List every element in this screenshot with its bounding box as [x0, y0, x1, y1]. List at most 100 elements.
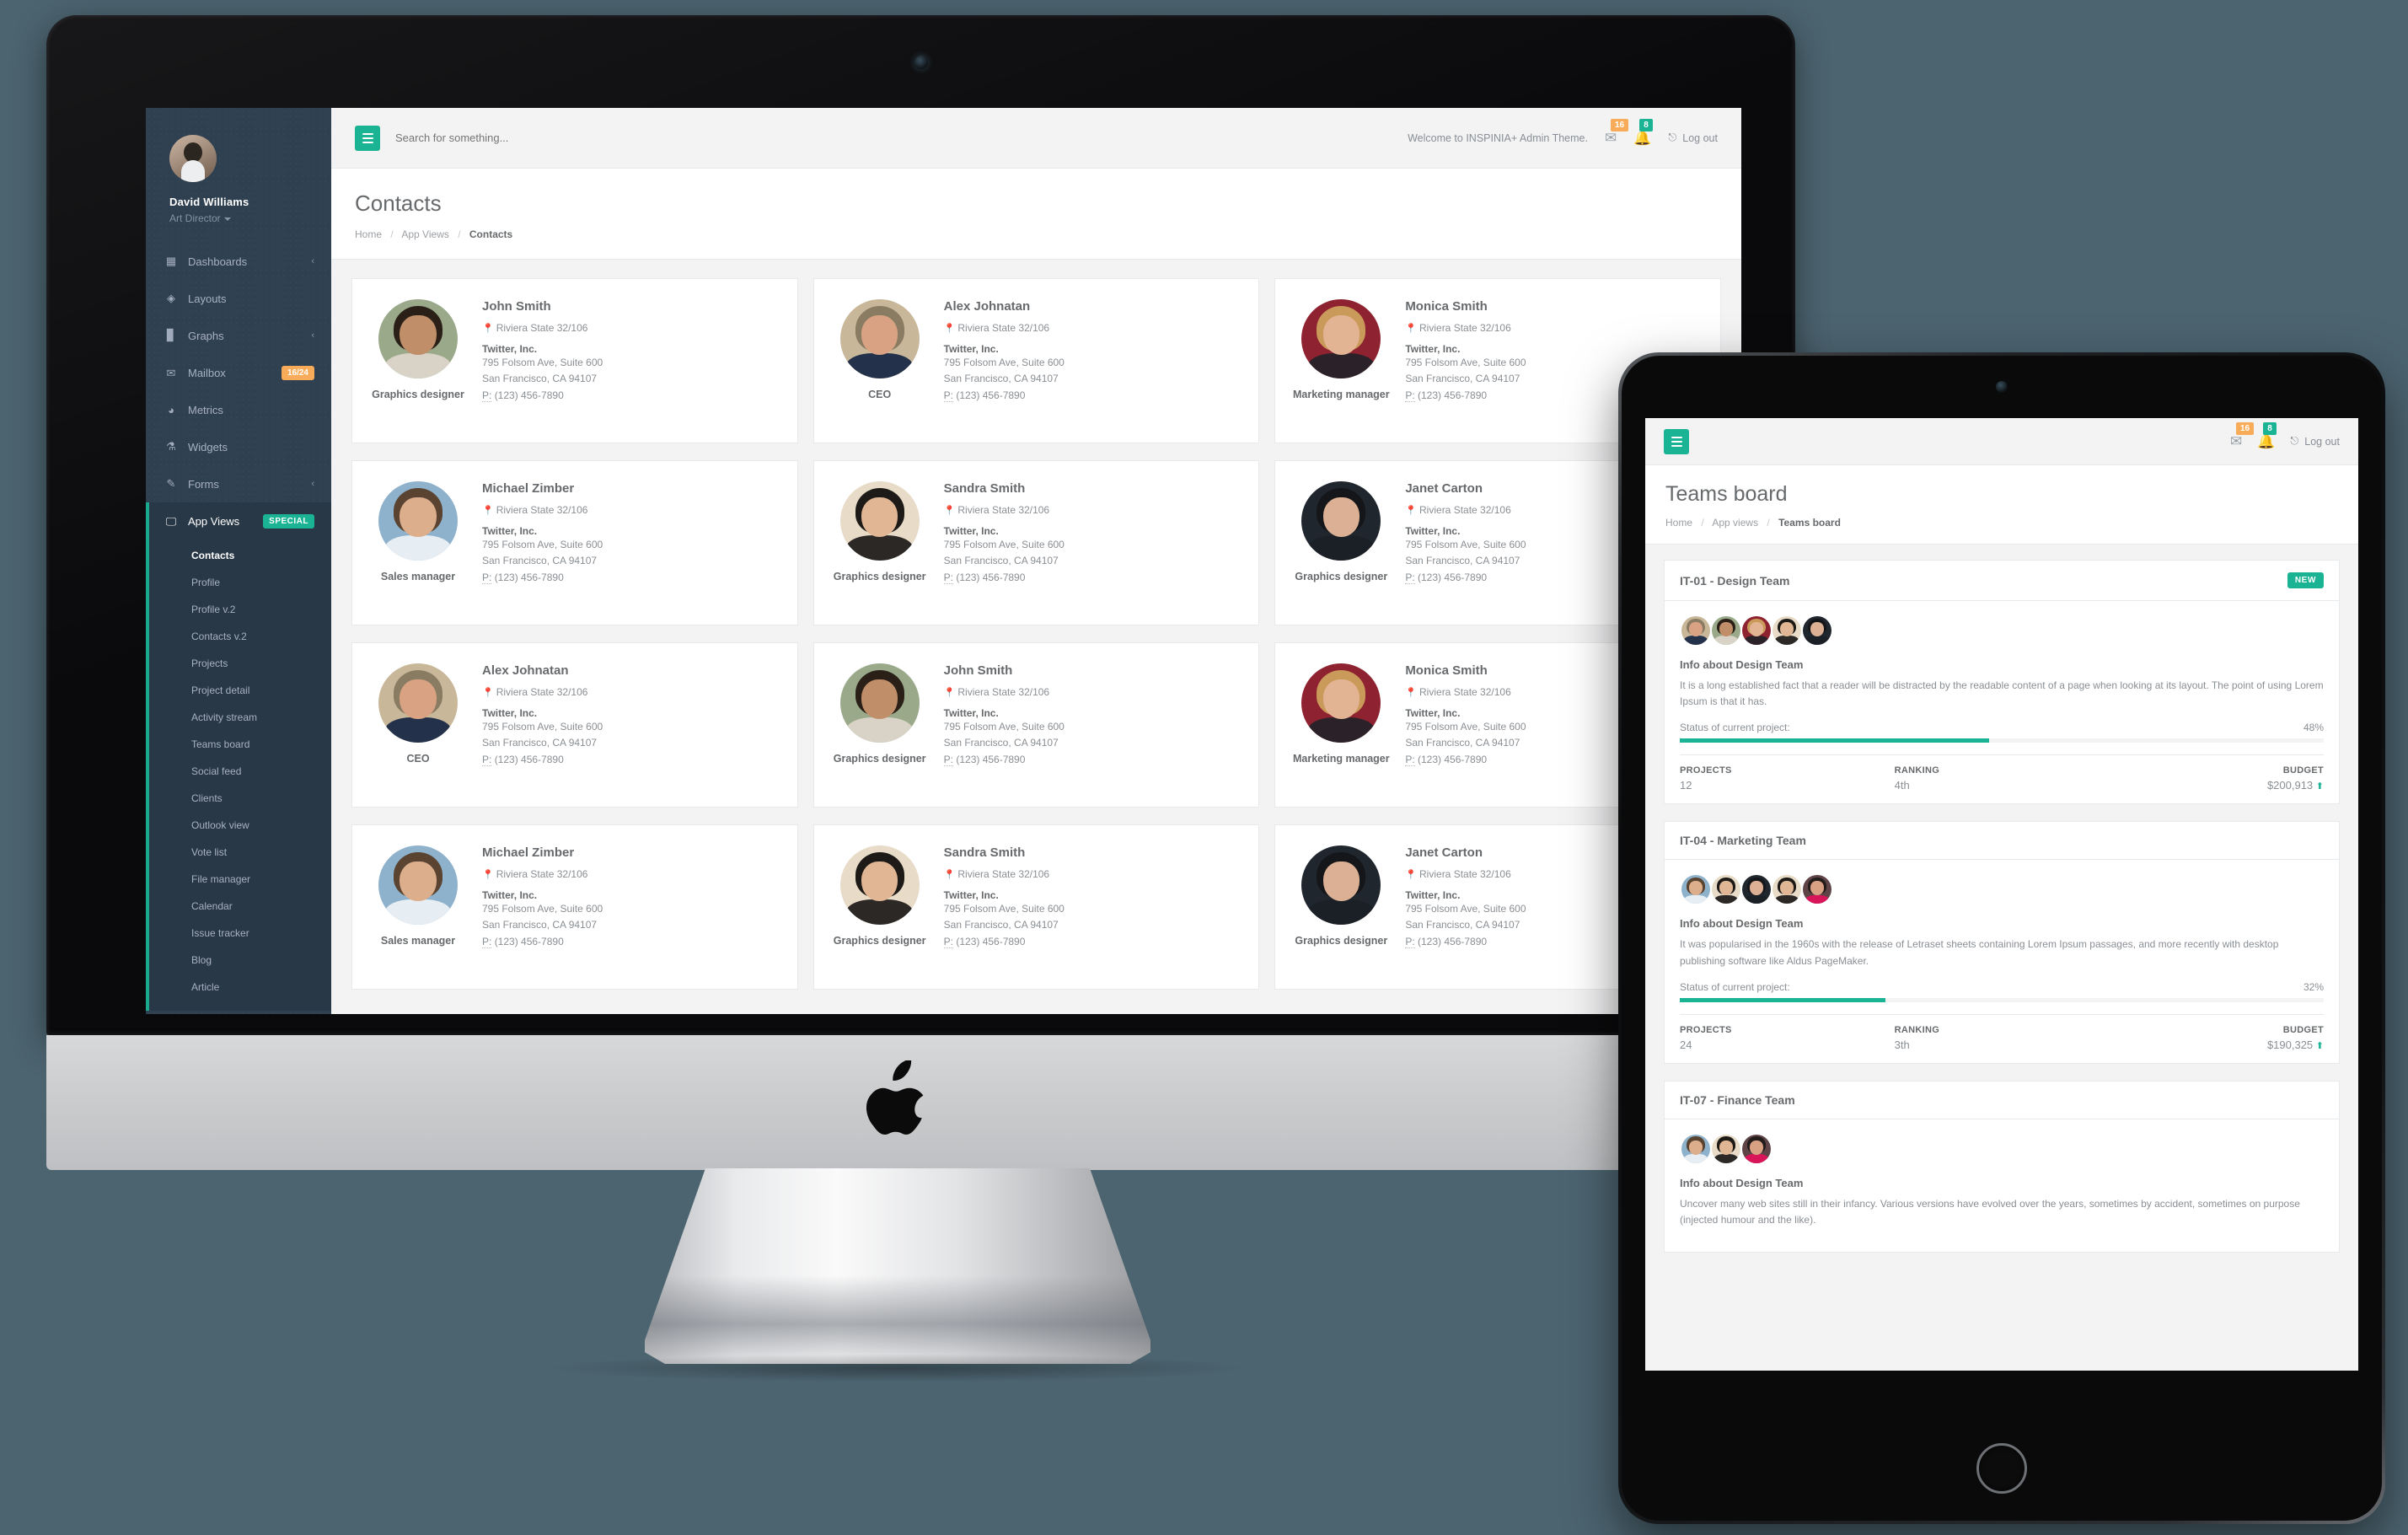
sidebar-item-calendar[interactable]: Calendar [149, 893, 331, 920]
contact-card-left: Graphics designer [829, 662, 930, 792]
team-member-avatar[interactable] [1771, 615, 1803, 647]
portrait-body [1307, 352, 1375, 378]
sidebar-item-graphs[interactable]: ▊ Graphs ‹ [146, 317, 331, 354]
team-member-avatar[interactable] [1680, 873, 1712, 906]
team-member-avatar[interactable] [1710, 1132, 1742, 1165]
breadcrumb-home[interactable]: Home [1665, 517, 1692, 529]
imac-shadow [544, 1354, 1252, 1382]
team-card[interactable]: IT-01 - Design Team NEW Info about Design … [1664, 560, 2340, 805]
team-member-avatar[interactable] [1710, 873, 1742, 906]
contact-card[interactable]: CEO Alex Johnatan 📍 Riviera State 32/106 Twi… [806, 278, 1268, 460]
sidebar-item-contacts-v2[interactable]: Contacts v.2 [149, 623, 331, 650]
sidebar-item-forms[interactable]: ✎ Forms ‹ [146, 465, 331, 502]
team-member-avatar[interactable] [1680, 615, 1712, 647]
bell-icon[interactable]: 🔔 8 [2257, 421, 2277, 450]
logout-label: Log out [1682, 131, 1718, 144]
stat-value: 3th [1894, 1038, 1910, 1051]
sidebar-item-mailbox[interactable]: ✉ Mailbox 16/24 [146, 354, 331, 392]
contact-card-left: Marketing manager [1290, 298, 1392, 427]
portrait-face [1750, 621, 1763, 636]
envelope-icon[interactable]: ✉ 16 [2230, 421, 2255, 450]
welcome-text: Welcome to INSPINIA+ Admin Theme. [1408, 131, 1588, 144]
team-subtitle: Info about Design Team [1680, 1176, 1804, 1189]
breadcrumb-home[interactable]: Home [355, 228, 382, 240]
breadcrumb-app-views[interactable]: App views [1712, 517, 1758, 529]
team-member-avatar[interactable] [1740, 1132, 1772, 1165]
menu-toggle-button[interactable] [1664, 428, 1689, 454]
sidebar-item-activity-stream[interactable]: Activity stream [149, 704, 331, 731]
contact-card[interactable]: Graphics designer John Smith 📍 Riviera Stat… [806, 642, 1268, 824]
contact-card[interactable]: CEO Alex Johnatan 📍 Riviera State 32/106 Twi… [344, 642, 806, 824]
contact-company: Twitter, Inc. [482, 889, 538, 901]
sidebar-item-teams-board[interactable]: Teams board [149, 731, 331, 758]
logout-icon: ⎋ [2290, 435, 2299, 447]
team-member-avatar[interactable] [1740, 873, 1772, 906]
sidebar-item-issue-tracker[interactable]: Issue tracker [149, 920, 331, 947]
sidebar-item-profile-v2[interactable]: Profile v.2 [149, 596, 331, 623]
profile-name: David Williams [169, 196, 249, 208]
bell-icon[interactable]: 🔔 8 [1633, 118, 1653, 147]
contact-card[interactable]: Graphics designer John Smith 📍 Riviera Stat… [344, 278, 806, 460]
team-card-body: Info about Design Team It is a long estab… [1665, 601, 2339, 803]
flask-icon: ⚗ [166, 440, 176, 453]
sidebar-item-profile[interactable]: Profile [149, 569, 331, 596]
sidebar-item-metrics[interactable]: ◕ Metrics [146, 392, 331, 428]
contact-phone-number: (123) 456-7890 [956, 571, 1026, 583]
stat-value: 4th [1894, 779, 1910, 792]
sidebar-item-article[interactable]: Article [149, 974, 331, 1001]
team-member-avatar[interactable] [1801, 873, 1833, 906]
envelope-icon[interactable]: ✉ 16 [1605, 118, 1629, 147]
team-member-avatar[interactable] [1740, 615, 1772, 647]
team-card[interactable]: IT-07 - Finance Team Info about Design Te… [1664, 1080, 2340, 1253]
contact-address-text: Riviera State 32/106 [496, 504, 588, 516]
sidebar-item-widgets[interactable]: ⚗ Widgets [146, 428, 331, 465]
breadcrumb-app-views[interactable]: App Views [401, 228, 448, 240]
sidebar-item-social-feed[interactable]: Social feed [149, 758, 331, 785]
contact-phone: P: (123) 456-7890 [482, 934, 782, 950]
sidebar-item-vote-list[interactable]: Vote list [149, 839, 331, 866]
contact-address-text: Riviera State 32/106 [1419, 686, 1511, 698]
sidebar-item-blog[interactable]: Blog [149, 947, 331, 974]
portrait-face [861, 496, 898, 537]
portrait-body [1307, 899, 1375, 925]
contact-card[interactable]: Sales manager Michael Zimber 📍 Riviera Stat… [344, 460, 806, 642]
contacts-grid: Graphics designer John Smith 📍 Riviera Stat… [344, 278, 1729, 1006]
sidebar-item-app-views[interactable]: 🖵 App Views SPECIAL [146, 502, 331, 540]
menu-toggle-button[interactable] [355, 125, 380, 151]
contact-phone: P: (123) 456-7890 [943, 752, 1244, 768]
sidebar-item-projects[interactable]: Projects [149, 650, 331, 677]
contact-card[interactable]: Graphics designer Sandra Smith 📍 Riviera St… [806, 824, 1268, 1006]
team-member-avatar[interactable] [1710, 615, 1742, 647]
sidebar-item-project-detail[interactable]: Project detail [149, 677, 331, 704]
team-member-avatar[interactable] [1801, 615, 1833, 647]
chevron-down-icon [223, 217, 231, 221]
sidebar-item-contacts[interactable]: Contacts [149, 542, 331, 569]
contact-card[interactable]: Sales manager Michael Zimber 📍 Riviera Stat… [344, 824, 806, 1006]
sidebar-item-file-manager[interactable]: File manager [149, 866, 331, 893]
sidebar-item-outlook-view[interactable]: Outlook view [149, 812, 331, 839]
map-pin-icon: 📍 [943, 324, 956, 334]
team-member-avatar[interactable] [1680, 1132, 1712, 1165]
contact-phone: P: (123) 456-7890 [482, 752, 782, 768]
portrait-face [1750, 881, 1763, 896]
contact-role: Graphics designer [833, 935, 926, 947]
team-card[interactable]: IT-04 - Marketing Team Info about Design … [1664, 821, 2340, 1064]
sidebar-item-dashboards[interactable]: ▦ Dashboards ‹ [146, 243, 331, 280]
sidebar-item-layouts[interactable]: ◈ Layouts [146, 280, 331, 317]
contact-address-text: Riviera State 32/106 [957, 686, 1050, 698]
logout-button[interactable]: ⎋ Log out [2290, 435, 2340, 448]
contact-card[interactable]: Graphics designer Sandra Smith 📍 Riviera St… [806, 460, 1268, 642]
search-input[interactable] [395, 131, 749, 144]
contact-address-text: Riviera State 32/106 [496, 322, 588, 334]
contact-company: Twitter, Inc. [943, 707, 999, 719]
sidebar-item-label: Layouts [188, 292, 227, 305]
team-member-avatar[interactable] [1771, 873, 1803, 906]
logout-button[interactable]: ⎋ Log out [1668, 131, 1718, 144]
sidebar-item-clients[interactable]: Clients [149, 785, 331, 812]
contact-role: Graphics designer [1295, 571, 1388, 582]
contact-street: 795 Folsom Ave, Suite 600 [943, 357, 1065, 368]
ipad-home-button[interactable] [1976, 1443, 2027, 1494]
contact-street: 795 Folsom Ave, Suite 600 [943, 721, 1065, 733]
sidebar-profile[interactable]: David Williams Art Director [146, 108, 331, 243]
portrait-body [384, 717, 452, 743]
